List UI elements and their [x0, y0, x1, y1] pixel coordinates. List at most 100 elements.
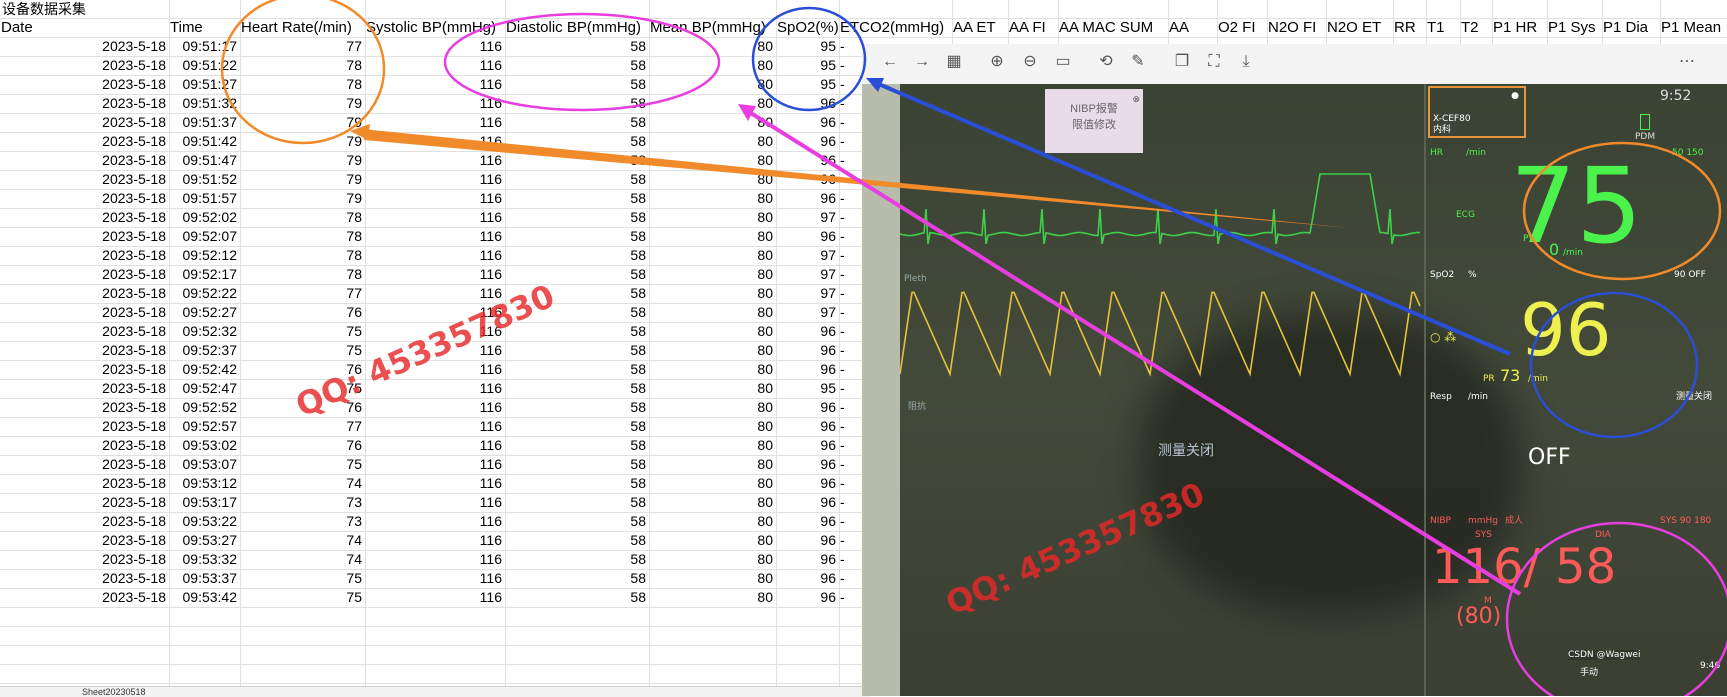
more-icon[interactable]: ⋯	[1677, 52, 1697, 72]
table-cell[interactable]: 09:51:32	[169, 94, 238, 113]
table-cell[interactable]: 116	[365, 588, 502, 607]
table-cell[interactable]: 58	[505, 398, 646, 417]
table-cell[interactable]: 09:52:47	[169, 379, 238, 398]
table-cell[interactable]: 09:53:02	[169, 436, 238, 455]
table-cell[interactable]: 2023-5-18	[0, 322, 166, 341]
table-cell[interactable]: -	[840, 322, 860, 341]
table-cell[interactable]: 80	[649, 208, 773, 227]
table-cell[interactable]: -	[840, 493, 860, 512]
zoom-in-icon[interactable]: ⊕	[987, 52, 1007, 72]
table-cell[interactable]: 80	[649, 436, 773, 455]
table-cell[interactable]: 73	[240, 512, 362, 531]
table-cell[interactable]: 80	[649, 113, 773, 132]
table-cell[interactable]: 116	[365, 550, 502, 569]
table-cell[interactable]: 2023-5-18	[0, 493, 166, 512]
column-header[interactable]: N2O FI	[1268, 18, 1325, 37]
table-cell[interactable]: 58	[505, 341, 646, 360]
table-cell[interactable]: 58	[505, 151, 646, 170]
table-cell[interactable]: 58	[505, 493, 646, 512]
table-cell[interactable]: -	[840, 436, 860, 455]
table-cell[interactable]: 75	[240, 322, 362, 341]
column-header[interactable]: AA	[1169, 18, 1216, 37]
table-cell[interactable]: 96	[776, 151, 836, 170]
table-cell[interactable]: 58	[505, 208, 646, 227]
table-cell[interactable]: 96	[776, 550, 836, 569]
table-cell[interactable]: 75	[240, 341, 362, 360]
table-cell[interactable]: 96	[776, 132, 836, 151]
table-cell[interactable]: 80	[649, 569, 773, 588]
column-header[interactable]: ETCO2(mmHg)	[840, 18, 951, 37]
table-cell[interactable]: 58	[505, 37, 646, 56]
table-cell[interactable]: 80	[649, 151, 773, 170]
table-cell[interactable]: 74	[240, 531, 362, 550]
column-header[interactable]: SpO2(%)	[777, 18, 838, 37]
table-cell[interactable]: -	[840, 550, 860, 569]
table-cell[interactable]: 116	[365, 436, 502, 455]
table-cell[interactable]: 95	[776, 75, 836, 94]
table-cell[interactable]: 96	[776, 588, 836, 607]
column-header[interactable]: RR	[1394, 18, 1425, 37]
table-cell[interactable]: 58	[505, 170, 646, 189]
table-cell[interactable]: 96	[776, 493, 836, 512]
table-cell[interactable]: -	[840, 132, 860, 151]
table-cell[interactable]: -	[840, 398, 860, 417]
table-cell[interactable]: 80	[649, 550, 773, 569]
table-cell[interactable]: 09:51:17	[169, 37, 238, 56]
table-cell[interactable]: 09:51:42	[169, 132, 238, 151]
table-cell[interactable]: -	[840, 189, 860, 208]
table-cell[interactable]: 96	[776, 189, 836, 208]
table-cell[interactable]: 09:53:27	[169, 531, 238, 550]
table-cell[interactable]: 80	[649, 379, 773, 398]
table-cell[interactable]: 80	[649, 189, 773, 208]
column-header[interactable]: AA ET	[953, 18, 1007, 37]
table-cell[interactable]: 77	[240, 417, 362, 436]
table-cell[interactable]: 97	[776, 284, 836, 303]
table-cell[interactable]: 78	[240, 208, 362, 227]
table-cell[interactable]: 78	[240, 227, 362, 246]
table-cell[interactable]: 09:52:42	[169, 360, 238, 379]
table-cell[interactable]: 58	[505, 512, 646, 531]
table-cell[interactable]: 80	[649, 56, 773, 75]
table-cell[interactable]: 116	[365, 493, 502, 512]
table-cell[interactable]: 09:51:52	[169, 170, 238, 189]
column-header[interactable]: Systolic BP(mmHg)	[366, 18, 504, 37]
table-cell[interactable]: -	[840, 474, 860, 493]
table-cell[interactable]: 116	[365, 94, 502, 113]
table-cell[interactable]: 116	[365, 56, 502, 75]
table-cell[interactable]: -	[840, 265, 860, 284]
table-cell[interactable]: 80	[649, 417, 773, 436]
table-cell[interactable]: 58	[505, 246, 646, 265]
table-cell[interactable]: 116	[365, 265, 502, 284]
table-cell[interactable]: 96	[776, 436, 836, 455]
table-cell[interactable]: -	[840, 303, 860, 322]
column-header[interactable]: Mean BP(mmHg)	[650, 18, 775, 37]
table-cell[interactable]: 76	[240, 436, 362, 455]
table-cell[interactable]: 58	[505, 531, 646, 550]
table-cell[interactable]: 79	[240, 170, 362, 189]
table-cell[interactable]: 2023-5-18	[0, 246, 166, 265]
table-cell[interactable]: 96	[776, 94, 836, 113]
table-cell[interactable]: 09:51:22	[169, 56, 238, 75]
table-cell[interactable]: 80	[649, 474, 773, 493]
table-cell[interactable]: 116	[365, 474, 502, 493]
table-cell[interactable]: 2023-5-18	[0, 227, 166, 246]
table-cell[interactable]: 79	[240, 94, 362, 113]
table-cell[interactable]: 2023-5-18	[0, 94, 166, 113]
table-cell[interactable]: 116	[365, 113, 502, 132]
table-cell[interactable]: 78	[240, 246, 362, 265]
table-cell[interactable]: 58	[505, 113, 646, 132]
table-cell[interactable]: -	[840, 341, 860, 360]
table-cell[interactable]: 80	[649, 170, 773, 189]
table-cell[interactable]: 95	[776, 56, 836, 75]
table-cell[interactable]: 09:53:07	[169, 455, 238, 474]
table-cell[interactable]: 80	[649, 94, 773, 113]
column-header[interactable]: AA MAC SUM	[1059, 18, 1167, 37]
table-cell[interactable]: 116	[365, 132, 502, 151]
table-cell[interactable]: 80	[649, 37, 773, 56]
table-cell[interactable]: -	[840, 588, 860, 607]
table-cell[interactable]: 09:52:07	[169, 227, 238, 246]
column-header[interactable]: T1	[1427, 18, 1459, 37]
table-cell[interactable]: 116	[365, 189, 502, 208]
table-cell[interactable]: 78	[240, 56, 362, 75]
table-cell[interactable]: -	[840, 75, 860, 94]
